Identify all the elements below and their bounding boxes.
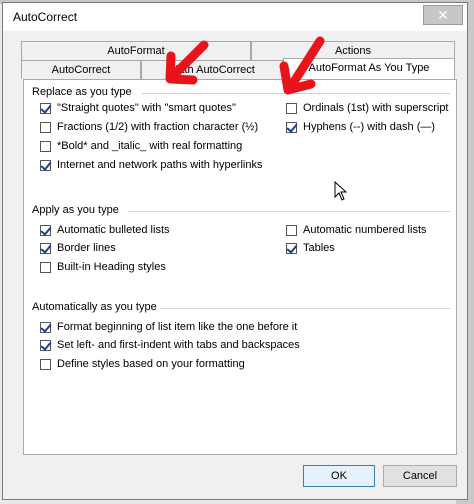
apply-group-title: Apply as you type bbox=[32, 204, 119, 216]
border-lines-label: Border lines bbox=[57, 242, 116, 254]
autocorrect-dialog: AutoCorrect ✕ AutoFormat Actions AutoCor… bbox=[2, 2, 468, 500]
hyphens-label: Hyphens (--) with dash (—) bbox=[303, 121, 436, 133]
bulleted-lists-checkbox[interactable] bbox=[40, 224, 51, 236]
heading-styles-checkbox[interactable] bbox=[40, 261, 51, 273]
tables-label: Tables bbox=[303, 242, 335, 254]
opt-set-indent[interactable]: Set left- and first-indent with tabs and… bbox=[40, 339, 300, 351]
tab-autoformat-label: AutoFormat bbox=[107, 45, 165, 57]
hyperlinks-checkbox[interactable] bbox=[40, 159, 51, 171]
numbered-lists-checkbox[interactable] bbox=[286, 224, 297, 236]
bold-italic-checkbox[interactable] bbox=[40, 140, 51, 152]
tab-autocorrect[interactable]: AutoCorrect bbox=[21, 60, 141, 79]
define-styles-label: Define styles based on your formatting bbox=[57, 358, 245, 370]
cancel-button-label: Cancel bbox=[402, 470, 438, 482]
fractions-checkbox[interactable] bbox=[40, 121, 51, 133]
opt-heading-styles[interactable]: Built-in Heading styles bbox=[40, 261, 166, 273]
tab-autoformat[interactable]: AutoFormat bbox=[21, 41, 251, 60]
smart-quotes-checkbox[interactable] bbox=[40, 102, 51, 114]
auto-group-title: Automatically as you type bbox=[32, 301, 157, 313]
opt-define-styles[interactable]: Define styles based on your formatting bbox=[40, 358, 245, 370]
ok-button[interactable]: OK bbox=[303, 465, 375, 487]
hyperlinks-label: Internet and network paths with hyperlin… bbox=[57, 159, 263, 171]
opt-format-list-item[interactable]: Format beginning of list item like the o… bbox=[40, 321, 297, 333]
hyphens-checkbox[interactable] bbox=[286, 121, 297, 133]
replace-group-title: Replace as you type bbox=[32, 86, 132, 98]
opt-border-lines[interactable]: Border lines bbox=[40, 242, 116, 254]
numbered-lists-label: Automatic numbered lists bbox=[303, 224, 427, 236]
format-list-item-checkbox[interactable] bbox=[40, 321, 51, 333]
close-button[interactable]: ✕ bbox=[423, 5, 463, 25]
opt-hyperlinks[interactable]: Internet and network paths with hyperlin… bbox=[40, 159, 262, 171]
format-list-item-label: Format beginning of list item like the o… bbox=[57, 321, 298, 333]
fractions-label: Fractions (1/2) with fraction character … bbox=[57, 121, 259, 133]
group-divider bbox=[160, 308, 450, 309]
opt-tables[interactable]: Tables bbox=[286, 242, 335, 254]
opt-ordinals[interactable]: Ordinals (1st) with superscript bbox=[286, 102, 449, 114]
ordinals-label: Ordinals (1st) with superscript bbox=[303, 102, 449, 114]
tab-autocorrect-label: AutoCorrect bbox=[51, 64, 111, 76]
opt-numbered-lists[interactable]: Automatic numbered lists bbox=[286, 224, 427, 236]
group-divider bbox=[128, 211, 450, 212]
close-icon: ✕ bbox=[437, 7, 449, 23]
opt-bold-italic[interactable]: *Bold* and _italic_ with real formatting bbox=[40, 140, 242, 152]
opt-hyphens[interactable]: Hyphens (--) with dash (—) bbox=[286, 121, 435, 133]
set-indent-checkbox[interactable] bbox=[40, 339, 51, 351]
define-styles-checkbox[interactable] bbox=[40, 358, 51, 370]
window-title: AutoCorrect bbox=[13, 10, 78, 24]
opt-smart-quotes[interactable]: "Straight quotes" with "smart quotes" bbox=[40, 102, 236, 114]
cancel-button[interactable]: Cancel bbox=[383, 465, 457, 487]
bulleted-lists-label: Automatic bulleted lists bbox=[57, 224, 170, 236]
title-bar: AutoCorrect ✕ bbox=[3, 3, 467, 31]
border-lines-checkbox[interactable] bbox=[40, 242, 51, 254]
mouse-cursor-icon bbox=[334, 181, 348, 201]
bold-italic-label: *Bold* and _italic_ with real formatting bbox=[57, 140, 243, 152]
set-indent-label: Set left- and first-indent with tabs and… bbox=[57, 339, 300, 351]
smart-quotes-label: "Straight quotes" with "smart quotes" bbox=[57, 102, 236, 114]
heading-styles-label: Built-in Heading styles bbox=[57, 261, 166, 273]
tab-actions-label: Actions bbox=[334, 45, 372, 57]
tables-checkbox[interactable] bbox=[286, 242, 297, 254]
opt-bulleted-lists[interactable]: Automatic bulleted lists bbox=[40, 224, 170, 236]
red-arrow-icon bbox=[279, 36, 325, 95]
tab-panel: Replace as you type "Straight quotes" wi… bbox=[23, 79, 457, 455]
red-arrow-icon bbox=[165, 40, 209, 85]
ordinals-checkbox[interactable] bbox=[286, 102, 297, 114]
ok-button-label: OK bbox=[331, 470, 347, 482]
opt-fractions[interactable]: Fractions (1/2) with fraction character … bbox=[40, 121, 258, 133]
